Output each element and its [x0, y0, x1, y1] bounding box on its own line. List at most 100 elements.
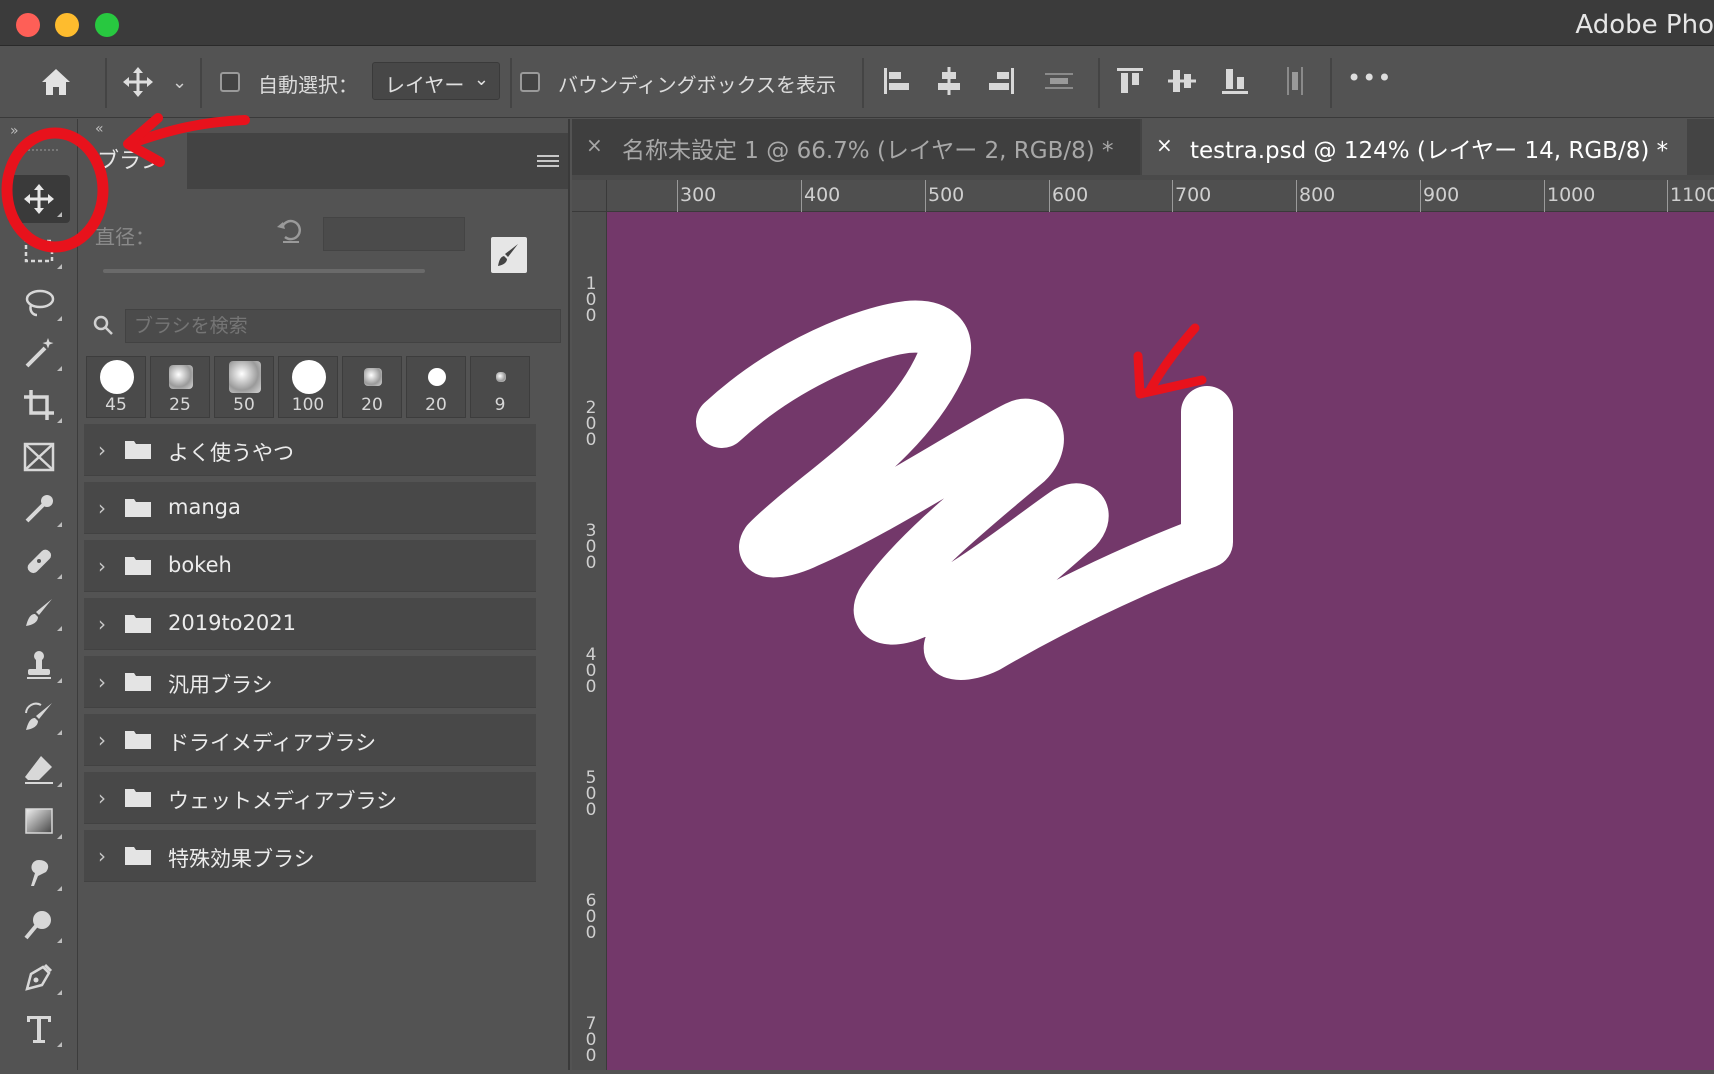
brush-size-label: 45	[105, 395, 127, 415]
ruler-tick-label: 900	[1423, 184, 1460, 206]
align-top-edges-icon[interactable]	[1113, 64, 1147, 98]
lasso-tool[interactable]	[8, 279, 70, 327]
maximize-window-button[interactable]	[95, 13, 119, 37]
chevron-right-icon[interactable]: ›	[98, 786, 106, 810]
tab-document-untitled[interactable]: × 名称未設定 1 @ 66.7% (レイヤー 2, RGB/8) *	[572, 119, 1140, 175]
smudge-tool[interactable]	[8, 849, 70, 897]
distribute-vertical-icon[interactable]	[1042, 64, 1076, 98]
brush-folder-row[interactable]: › 汎用ブラシ	[84, 656, 536, 708]
size-input[interactable]	[323, 217, 465, 251]
brush-preset[interactable]: 50	[214, 356, 274, 418]
align-vertical-centers-icon[interactable]	[1165, 64, 1199, 98]
brush-size-label: 20	[361, 395, 383, 415]
chevron-down-icon[interactable]: ⌄	[172, 72, 187, 93]
search-icon	[91, 313, 115, 337]
chevron-right-icon[interactable]: ›	[98, 496, 106, 520]
brush-folder-label: ドライメディアブラシ	[168, 731, 377, 755]
bounding-box-label: バウンディングボックスを表示	[558, 73, 836, 97]
brush-preset[interactable]: 45	[86, 356, 146, 418]
ruler-origin[interactable]	[572, 180, 607, 212]
brush-preset[interactable]: 9	[470, 356, 530, 418]
chevron-right-icon[interactable]: ›	[98, 554, 106, 578]
texture-brush-thumbnail	[169, 365, 193, 389]
brush-folder-row[interactable]: › よく使うやつ	[84, 424, 536, 476]
type-tool[interactable]	[8, 1005, 70, 1053]
magic-wand-tool[interactable]	[8, 329, 70, 377]
ruler-tick-label: 300	[680, 184, 717, 206]
chevron-right-icon[interactable]: ›	[98, 612, 106, 636]
align-left-edges-icon[interactable]	[880, 64, 914, 98]
chevron-right-icon[interactable]: ›	[98, 844, 106, 868]
eraser-tool[interactable]	[8, 745, 70, 793]
panel-menu-icon[interactable]	[537, 153, 559, 169]
ruler-tick-label: 600	[585, 891, 597, 943]
brush-folder-row[interactable]: › 特殊効果ブラシ	[84, 830, 536, 882]
brush-preset[interactable]: 100	[278, 356, 338, 418]
brush-search-input[interactable]	[125, 309, 561, 343]
align-bottom-edges-icon[interactable]	[1218, 64, 1252, 98]
align-horizontal-centers-icon[interactable]	[932, 64, 966, 98]
create-brush-button[interactable]	[491, 237, 527, 273]
eraser-icon	[25, 756, 53, 784]
ruler-tick	[1667, 180, 1668, 212]
brush-preset[interactable]: 20	[342, 356, 402, 418]
folder-icon	[124, 553, 152, 577]
auto-select-label: 自動選択：	[258, 73, 358, 97]
type-icon	[27, 1016, 51, 1043]
align-right-edges-icon[interactable]	[984, 64, 1018, 98]
gradient-tool[interactable]	[8, 797, 70, 845]
history-brush-tool[interactable]	[8, 693, 70, 741]
round-brush-thumbnail	[428, 368, 446, 386]
ruler-tick-label: 500	[928, 184, 965, 206]
brush-folder-row[interactable]: › manga	[84, 482, 536, 534]
brush-folder-label: 2019to2021	[168, 611, 296, 635]
frame-tool[interactable]	[8, 433, 70, 481]
chevron-right-icon[interactable]: ›	[98, 670, 106, 694]
ruler-tick-label: 600	[1052, 184, 1089, 206]
auto-select-dropdown[interactable]: レイヤー ⌄	[372, 62, 500, 100]
ruler-tick	[1420, 180, 1421, 212]
pen-tool[interactable]	[8, 953, 70, 1001]
clone-stamp-tool[interactable]	[8, 641, 70, 689]
brush-folder-row[interactable]: › ドライメディアブラシ	[84, 714, 536, 766]
tab-title: testra.psd @ 124% (レイヤー 14, RGB/8) *	[1190, 138, 1669, 164]
brush-size-label: 9	[494, 395, 506, 415]
eyedropper-tool[interactable]	[8, 485, 70, 533]
folder-icon	[124, 611, 152, 635]
brush-folder-row[interactable]: › bokeh	[84, 540, 536, 592]
healing-brush-tool[interactable]	[8, 537, 70, 585]
close-window-button[interactable]	[16, 13, 40, 37]
home-icon	[42, 69, 70, 95]
brush-folder-row[interactable]: › ウェットメディアブラシ	[84, 772, 536, 824]
brush-folder-row[interactable]: › 2019to2021	[84, 598, 536, 650]
dodge-icon	[24, 911, 51, 940]
ruler-tick-label: 400	[804, 184, 841, 206]
round-brush-thumbnail	[100, 360, 134, 394]
more-options-button[interactable]: •••	[1347, 64, 1392, 92]
ruler-tick	[1172, 180, 1173, 212]
minimize-window-button[interactable]	[55, 13, 79, 37]
close-tab-icon[interactable]: ×	[1156, 133, 1173, 157]
crop-tool[interactable]	[8, 381, 70, 429]
brush-preset[interactable]: 25	[150, 356, 210, 418]
chevron-right-icon[interactable]: ›	[98, 728, 106, 752]
move-tool-preset[interactable]	[120, 64, 156, 100]
auto-select-checkbox[interactable]	[220, 72, 240, 92]
close-tab-icon[interactable]: ×	[586, 133, 603, 157]
tab-document-testra[interactable]: × testra.psd @ 124% (レイヤー 14, RGB/8) *	[1142, 119, 1687, 175]
history-brush-icon	[25, 702, 52, 730]
texture-brush-thumbnail	[229, 361, 261, 393]
ruler-tick-label: 400	[585, 645, 597, 697]
brush-folder-label: ウェットメディアブラシ	[168, 789, 398, 813]
bandage-icon	[27, 549, 52, 574]
brush-preset[interactable]: 20	[406, 356, 466, 418]
distribute-horizontal-icon[interactable]	[1278, 64, 1312, 98]
ruler-tick-label: 700	[585, 1014, 597, 1066]
divider	[1330, 58, 1332, 108]
reset-size-icon[interactable]	[275, 215, 305, 245]
brush-tool[interactable]	[8, 589, 70, 637]
home-button[interactable]	[38, 64, 74, 100]
chevron-right-icon[interactable]: ›	[98, 438, 106, 462]
bounding-box-checkbox[interactable]	[520, 72, 540, 92]
dodge-tool[interactable]	[8, 901, 70, 949]
